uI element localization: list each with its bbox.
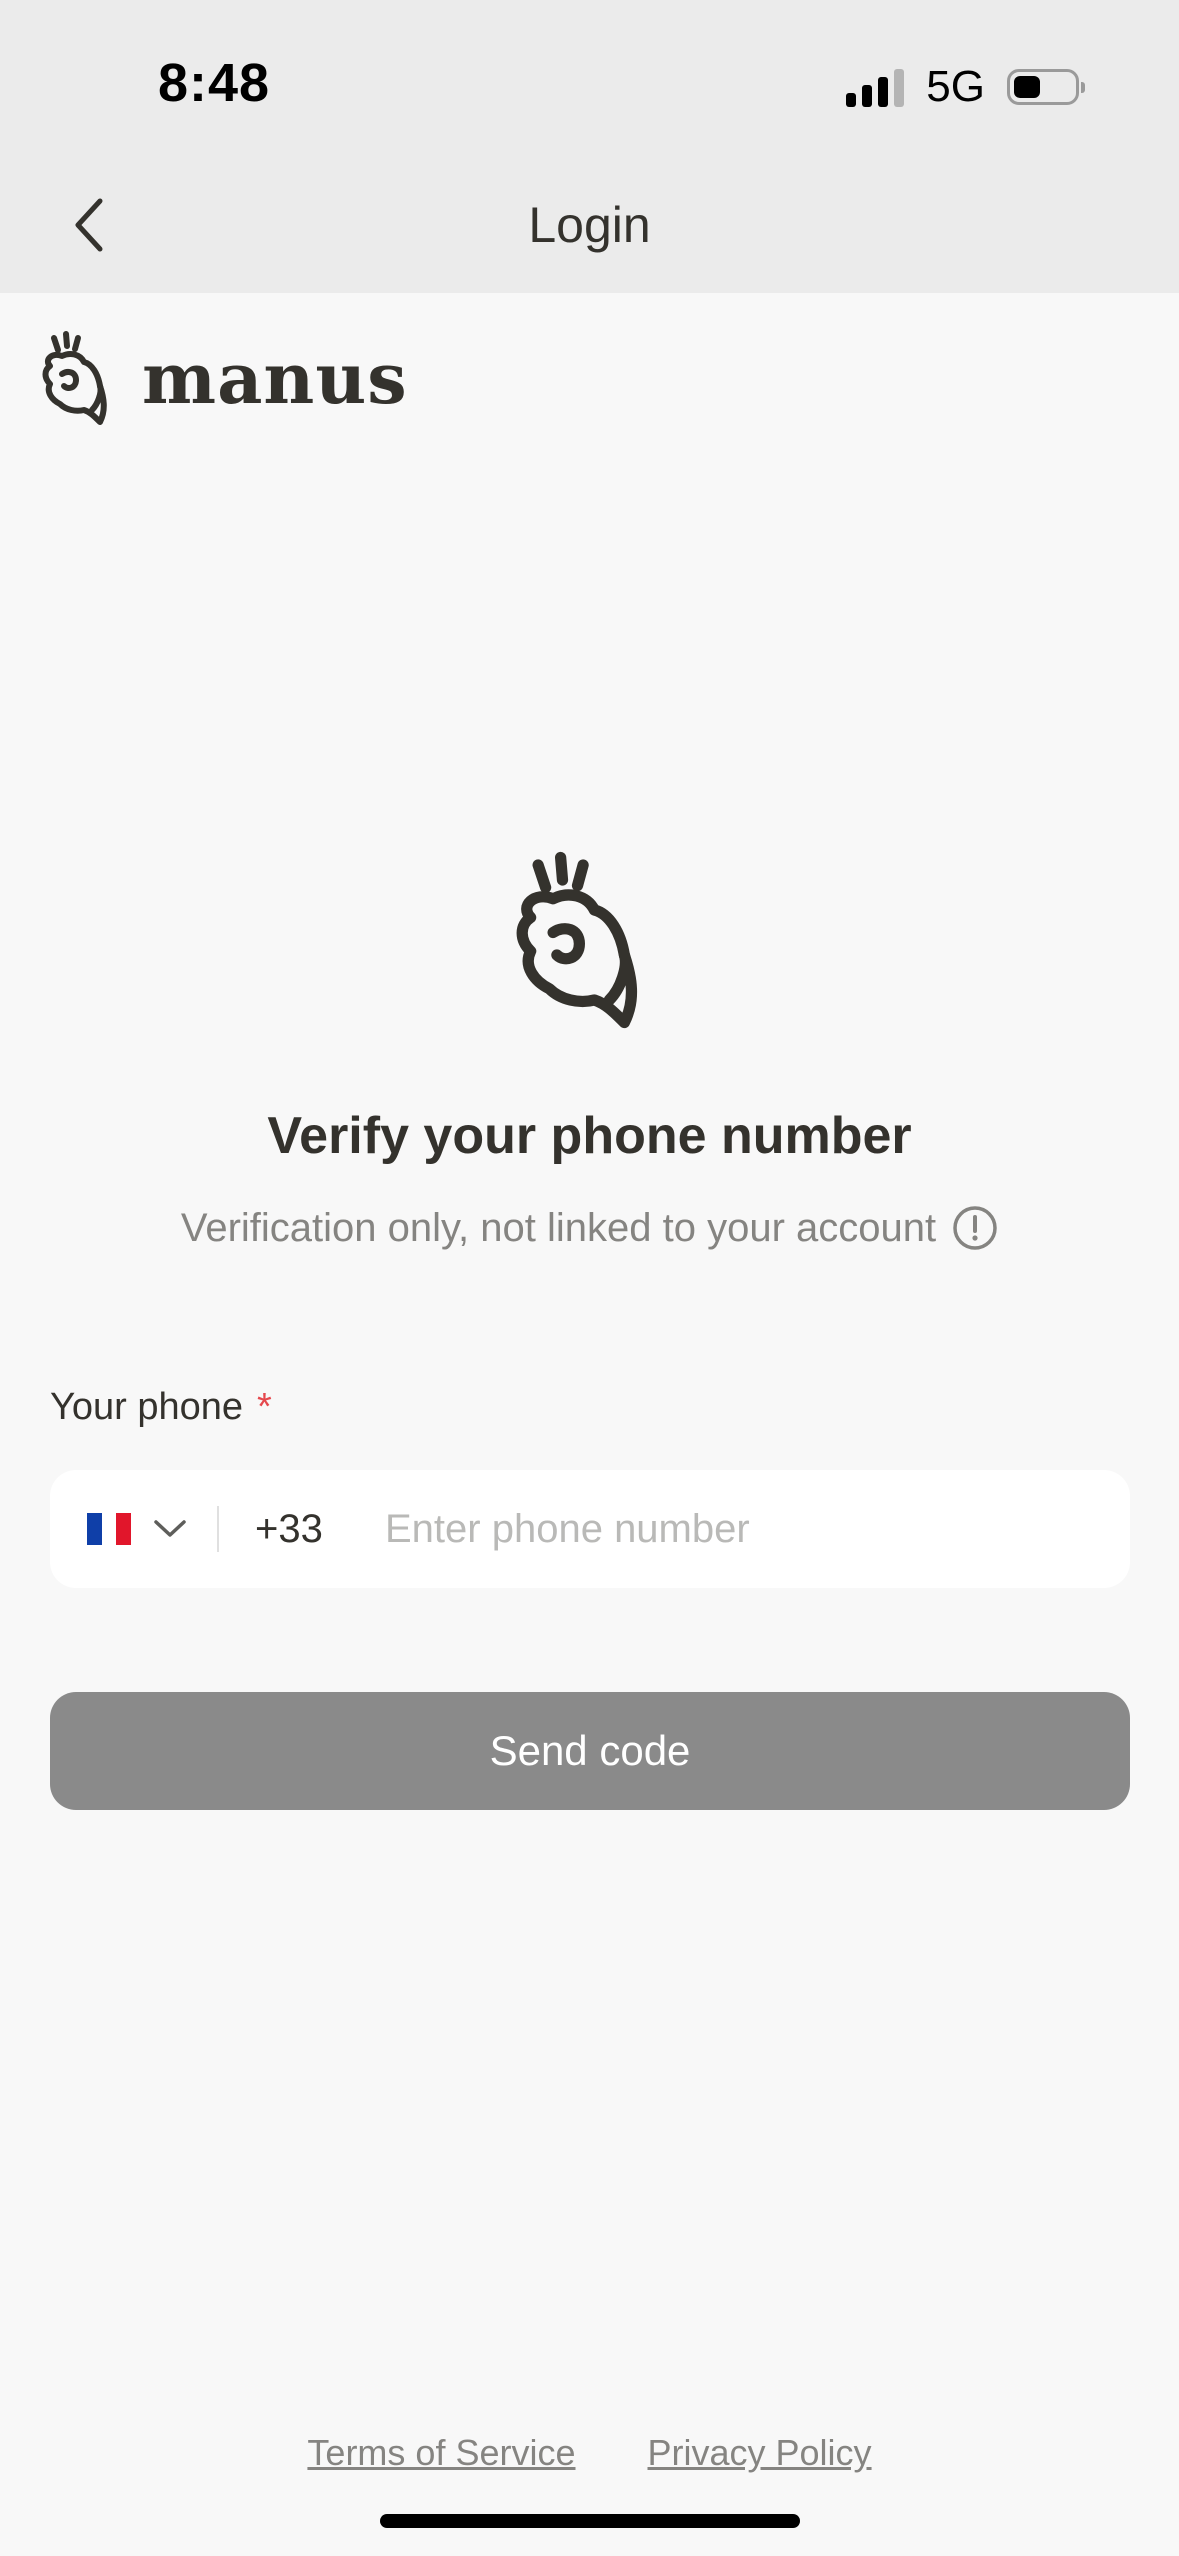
- phone-field: +33: [50, 1470, 1130, 1588]
- battery-level: [1014, 76, 1040, 98]
- phone-label-text: Your phone: [50, 1386, 244, 1428]
- flag-stripe-blue: [87, 1513, 102, 1545]
- france-flag-icon: [87, 1513, 132, 1545]
- hero-logo: [510, 850, 660, 1035]
- manus-hand-logo-icon: [42, 331, 107, 425]
- login-screen: 8:48 5G Login manus Verify your phone nu…: [0, 0, 1179, 2556]
- brand-logo: manus: [40, 330, 408, 426]
- phone-field-label: Your phone *: [50, 1386, 272, 1429]
- signal-icon: [846, 67, 905, 107]
- manus-hand-logo-icon: [516, 851, 638, 1029]
- status-indicators: 5G: [846, 62, 1085, 112]
- status-time: 8:48: [158, 53, 271, 113]
- privacy-policy-link[interactable]: Privacy Policy: [648, 2432, 872, 2474]
- verify-subheading: Verification only, not linked to your ac…: [0, 1205, 1179, 1251]
- send-code-button[interactable]: Send code: [50, 1692, 1130, 1810]
- verify-subheading-text: Verification only, not linked to your ac…: [180, 1205, 937, 1250]
- network-type: 5G: [926, 62, 985, 111]
- info-circle-icon[interactable]: [952, 1205, 998, 1251]
- country-selector[interactable]: [87, 1470, 187, 1588]
- page-title: Login: [528, 197, 651, 253]
- top-bar: 8:48 5G Login: [0, 0, 1179, 293]
- flag-stripe-white: [101, 1513, 117, 1545]
- home-indicator: [380, 2514, 800, 2528]
- footer-links: Terms of Service Privacy Policy: [0, 2432, 1179, 2474]
- terms-of-service-link[interactable]: Terms of Service: [307, 2432, 575, 2474]
- field-divider: [217, 1506, 219, 1552]
- verify-heading: Verify your phone number: [267, 1107, 912, 1165]
- battery-icon: [1007, 69, 1085, 105]
- flag-stripe-red: [116, 1513, 132, 1545]
- brand-name: manus: [142, 336, 408, 420]
- chevron-down-icon: [154, 1520, 186, 1537]
- required-mark: *: [257, 1386, 272, 1428]
- dial-code: +33: [255, 1506, 323, 1551]
- phone-number-input[interactable]: [385, 1506, 1085, 1552]
